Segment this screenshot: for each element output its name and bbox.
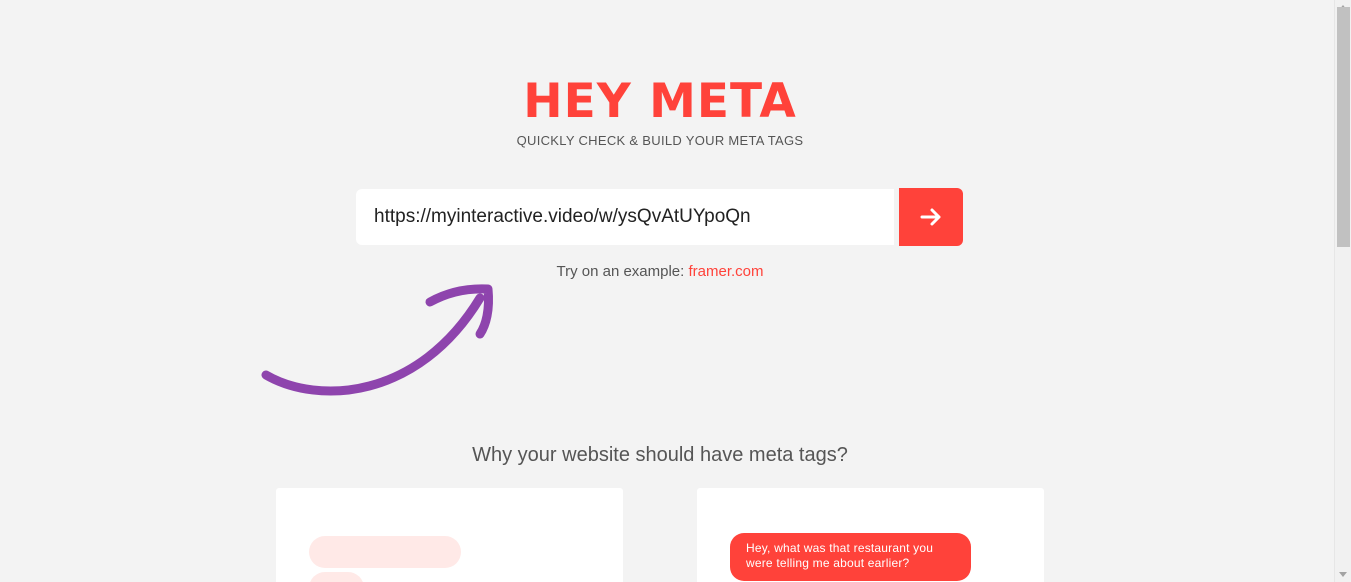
placeholder-bar bbox=[309, 572, 364, 582]
feature-card bbox=[276, 488, 623, 582]
example-prefix: Try on an example: bbox=[556, 263, 685, 280]
section-title: Why your website should have meta tags? bbox=[472, 444, 848, 466]
scroll-down-icon[interactable] bbox=[1335, 567, 1351, 582]
submit-button[interactable] bbox=[899, 188, 963, 246]
chat-bubble: Hey, what was that restaurant you were t… bbox=[730, 533, 971, 581]
tagline: QUICKLY CHECK & BUILD YOUR META TAGS bbox=[516, 133, 804, 148]
page: HEY META QUICKLY CHECK & BUILD YOUR META… bbox=[0, 0, 1351, 582]
scrollbar-thumb[interactable] bbox=[1337, 7, 1350, 247]
curved-arrow-icon bbox=[261, 284, 493, 396]
placeholder-bar bbox=[309, 536, 461, 568]
feature-card: Hey, what was that restaurant you were t… bbox=[697, 488, 1044, 582]
logo: HEY META bbox=[523, 74, 797, 129]
arrow-right-icon bbox=[920, 208, 941, 226]
example-link[interactable]: framer.com bbox=[689, 263, 764, 280]
scrollbar[interactable] bbox=[1334, 0, 1351, 582]
example-line: Try on an example: framer.com bbox=[0, 263, 1320, 280]
url-input[interactable] bbox=[356, 189, 894, 245]
